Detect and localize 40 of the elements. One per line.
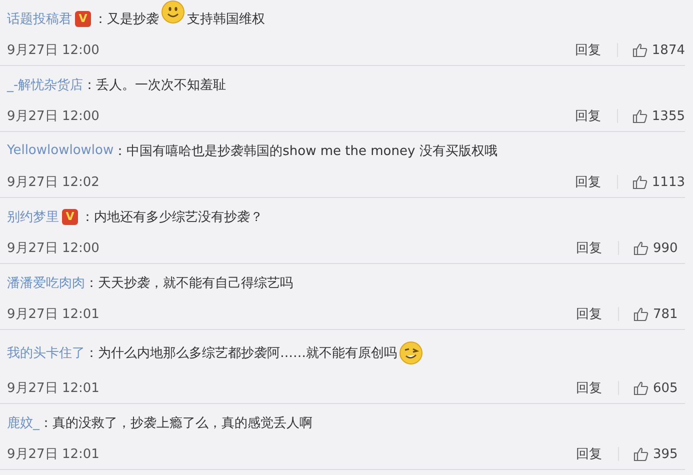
smiley-emoji-icon (161, 0, 185, 24)
like-count: 605 (653, 380, 679, 396)
thumbs-up-icon[interactable] (633, 446, 649, 462)
comment-time: 9月27日 12:01 (7, 446, 100, 464)
reply-link[interactable]: 回复 (576, 379, 602, 398)
verified-badge: V (62, 208, 78, 225)
like-count: 781 (653, 306, 679, 322)
reply-link[interactable]: 回复 (576, 305, 602, 324)
like-count: 990 (653, 240, 679, 256)
verified-badge: V (75, 10, 91, 27)
reply-link[interactable]: 回复 (574, 107, 601, 126)
comment-time: 9月27日 12:00 (7, 42, 100, 60)
like-count: 1355 (652, 108, 685, 124)
comment-time: 9月27日 12:00 (7, 240, 100, 258)
comment-text: ：天天抄袭，就不能有自己得综艺吗 (85, 274, 293, 292)
reply-link[interactable]: 回复 (576, 445, 602, 464)
reply-link[interactable]: 回复 (574, 173, 601, 192)
thumbs-up-icon[interactable] (633, 306, 649, 322)
reply-link[interactable]: 回复 (576, 239, 602, 258)
reply-link[interactable]: 回复 (574, 41, 601, 60)
thumbs-up-icon[interactable] (632, 174, 648, 190)
like-count: 1113 (652, 174, 685, 190)
comment-time: 9月27日 12:00 (7, 108, 100, 126)
comment-time: 9月27日 12:01 (7, 306, 100, 324)
like-count: 1874 (652, 42, 685, 58)
comment-time: 9月27日 12:02 (7, 174, 100, 192)
like-count: 395 (653, 446, 679, 462)
comment-text: 支持韩国维权 (187, 10, 265, 28)
thumbs-up-icon[interactable] (633, 380, 649, 396)
comment-text: ：为什么内地那么多综艺都抄袭阿……就不能有原创吗 (85, 344, 397, 362)
thumbs-up-icon[interactable] (632, 108, 648, 124)
winking-emoji-icon (399, 340, 423, 365)
comment-text: ：内地还有多少综艺没有抄袭？ (81, 208, 263, 226)
thumbs-up-icon[interactable] (632, 42, 648, 58)
comment-text: ：中国有嘻哈也是抄袭韩国的show me the money 没有买版权哦 (114, 142, 498, 160)
comment-text: ：又是抄袭 (94, 10, 159, 28)
comment-text: ：真的没救了，抄袭上瘾了么，真的感觉丢人啊 (40, 414, 312, 432)
comment-text: ：丢人。一次次不知羞耻 (83, 76, 226, 94)
comment-time: 9月27日 12:01 (7, 380, 100, 398)
thumbs-up-icon[interactable] (633, 240, 649, 256)
